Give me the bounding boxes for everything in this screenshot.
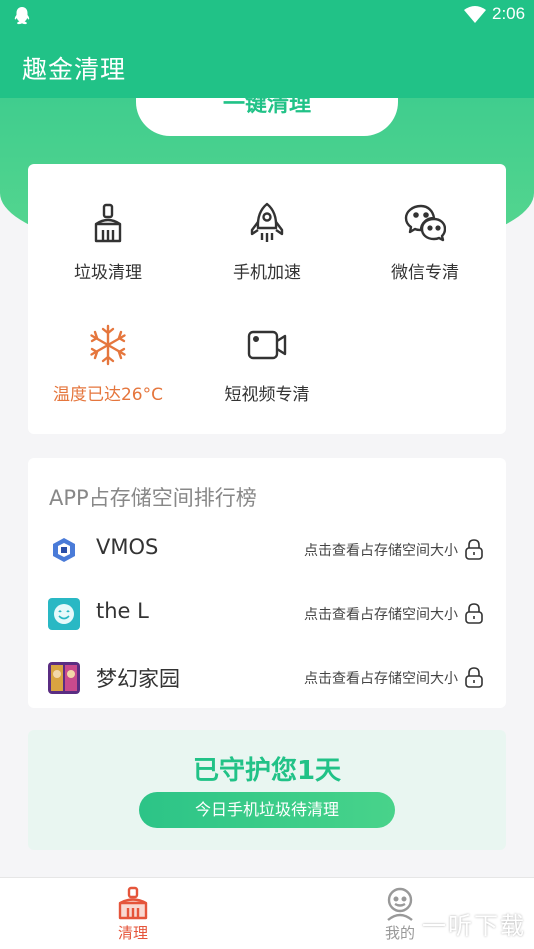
app-bar: 趣金清理 [0, 32, 534, 98]
tool-label: 手机加速 [233, 263, 301, 283]
protection-card: 已守护您1天 今日手机垃圾待清理 [28, 730, 506, 850]
qq-icon [14, 7, 30, 25]
tool-temperature[interactable]: 温度已达26°C [33, 324, 183, 405]
broom-icon [94, 203, 122, 243]
lock-icon [465, 539, 483, 560]
vmos-app-icon [48, 534, 80, 566]
status-bar: 2:06 [0, 0, 534, 32]
tools-card: 垃圾清理 手机加速 微信专清 温度已达26°C 短视频专清 [28, 164, 506, 434]
wifi-icon [464, 6, 486, 23]
tab-clean[interactable]: 清理 [93, 886, 173, 943]
storage-ranking-card: APP占存储空间排行榜 VMOS 点击查看占存储空间大小 the L 点击查看占… [28, 458, 506, 708]
tool-wechat-clean[interactable]: 微信专清 [350, 202, 500, 283]
tool-short-video-clean[interactable]: 短视频专清 [192, 324, 342, 405]
lock-icon [465, 603, 483, 624]
tool-label: 短视频专清 [224, 385, 310, 405]
protected-days-text: 已守护您1天 [192, 756, 342, 786]
app-row-dream-home[interactable]: 梦幻家园 点击查看占存储空间大小 [28, 653, 506, 703]
tool-phone-boost[interactable]: 手机加速 [192, 202, 342, 283]
tool-label: 温度已达26°C [52, 385, 163, 405]
app-storage-hint: 点击查看占存储空间大小 [304, 543, 458, 559]
lock-icon [465, 667, 483, 688]
app-name: the L [96, 599, 149, 623]
tool-junk-clean[interactable]: 垃圾清理 [33, 202, 183, 283]
app-row-vmos[interactable]: VMOS 点击查看占存储空间大小 [28, 525, 506, 575]
broom-icon [118, 886, 148, 920]
the-l-app-icon [48, 598, 80, 630]
wechat-icon [404, 204, 446, 242]
app-name: 梦幻家园 [96, 667, 180, 691]
rocket-icon [250, 202, 284, 242]
app-title: 趣金清理 [22, 55, 127, 84]
tab-label: 清理 [117, 924, 148, 942]
video-camera-icon [247, 330, 287, 360]
app-storage-hint: 点击查看占存储空间大小 [304, 607, 458, 623]
status-time: 2:06 [492, 4, 526, 23]
one-click-clean-label: 一键清理 [222, 98, 311, 117]
app-row-the-l[interactable]: the L 点击查看占存储空间大小 [28, 589, 506, 639]
tool-label: 微信专清 [391, 263, 459, 283]
ranking-title: APP占存储空间排行榜 [49, 486, 257, 510]
dream-home-app-icon [48, 662, 80, 694]
app-storage-hint: 点击查看占存储空间大小 [304, 671, 458, 687]
snowflake-icon [90, 324, 126, 366]
one-click-clean-button[interactable]: 一键清理 [136, 98, 398, 136]
watermark-text: 一听下载 [422, 912, 526, 940]
tool-label: 垃圾清理 [74, 263, 142, 283]
app-name: VMOS [96, 535, 159, 559]
watermark: 一听下载 [380, 894, 534, 946]
clean-junk-button[interactable]: 今日手机垃圾待清理 [139, 792, 395, 828]
